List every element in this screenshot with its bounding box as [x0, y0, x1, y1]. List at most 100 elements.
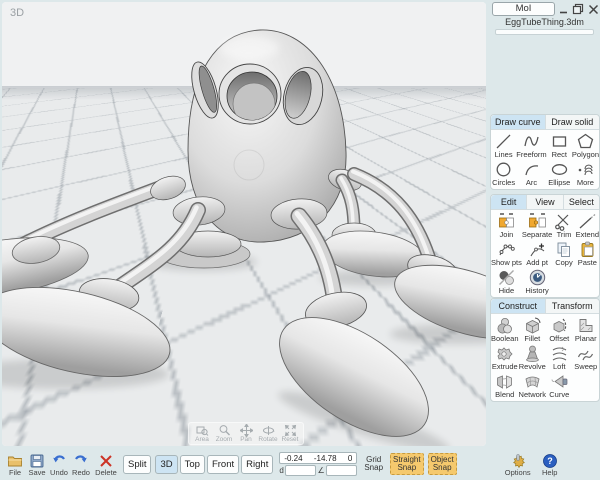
rect-icon: [550, 132, 569, 151]
show-pts-button[interactable]: Show pts: [491, 240, 522, 266]
planar-button[interactable]: Planar: [573, 316, 599, 342]
area-zoom-button[interactable]: Area: [191, 424, 213, 443]
freeform-button[interactable]: Freeform: [516, 132, 546, 158]
document-progress-bar: [495, 29, 594, 35]
object-snap-toggle[interactable]: Object Snap: [428, 453, 457, 475]
paste-icon: [578, 240, 597, 259]
lines-icon: [494, 132, 513, 151]
delete-button[interactable]: Delete: [95, 453, 117, 476]
file-button[interactable]: File: [4, 453, 26, 476]
viewport-3d[interactable]: 3D Area Zoom Pan Rotate Reset: [2, 2, 486, 446]
polygon-button[interactable]: Polygon: [572, 132, 599, 158]
view-top-button[interactable]: Top: [180, 455, 205, 474]
grid-snap-toggle[interactable]: Grid Snap: [361, 453, 386, 475]
more-icon: [576, 160, 595, 179]
blend-icon: [495, 372, 514, 391]
fillet-button[interactable]: Fillet: [519, 316, 547, 342]
straight-snap-toggle[interactable]: Straight Snap: [390, 453, 424, 475]
angle-input[interactable]: [326, 465, 358, 476]
floppy-icon: [29, 453, 45, 469]
egg-tube-model[interactable]: [2, 2, 486, 446]
title-bar: MoI: [492, 2, 599, 16]
coord-x: -0.24: [284, 454, 302, 463]
ellipse-button[interactable]: Ellipse: [547, 160, 572, 186]
join-icon: [497, 212, 516, 231]
view-3d-button[interactable]: 3D: [155, 455, 177, 474]
arc-button[interactable]: Arc: [516, 160, 546, 186]
join-button[interactable]: Join: [491, 212, 522, 238]
view-front-button[interactable]: Front: [207, 455, 239, 474]
edit-section: Edit View Select Join Separate Trim Exte…: [490, 194, 600, 298]
more-button[interactable]: More: [572, 160, 599, 186]
blend-button[interactable]: Blend: [491, 372, 519, 398]
restore-button[interactable]: [572, 3, 584, 15]
minimize-button[interactable]: [559, 4, 568, 14]
redo-button[interactable]: Redo: [70, 453, 92, 476]
delete-icon: [98, 453, 114, 469]
tab-transform[interactable]: Transform: [546, 299, 600, 313]
polygon-icon: [576, 132, 595, 151]
distance-input[interactable]: [285, 465, 317, 476]
sweep-button[interactable]: Sweep: [573, 344, 599, 370]
split-view-button[interactable]: Split: [123, 455, 151, 474]
curve-icon: [550, 372, 569, 391]
copy-button[interactable]: Copy: [552, 240, 575, 266]
extrude-button[interactable]: Extrude: [491, 344, 519, 370]
circles-button[interactable]: Circles: [491, 160, 516, 186]
tab-draw-curve[interactable]: Draw curve: [491, 115, 546, 129]
save-button[interactable]: Save: [26, 453, 48, 476]
tab-draw-solid[interactable]: Draw solid: [546, 115, 600, 129]
sweep-icon: [576, 344, 595, 363]
show-pts-icon: [497, 240, 516, 259]
construct-section: Construct Transform Boolean Fillet Offse…: [490, 298, 600, 402]
rotate-button[interactable]: Rotate: [257, 424, 279, 443]
paste-button[interactable]: Paste: [576, 240, 599, 266]
zoom-button[interactable]: Zoom: [213, 424, 235, 443]
network-button[interactable]: Network: [519, 372, 547, 398]
offset-button[interactable]: Offset: [546, 316, 572, 342]
history-icon: [528, 268, 547, 287]
freeform-icon: [522, 132, 541, 151]
xyz-input[interactable]: -0.24 -14.78 0: [279, 452, 357, 464]
separate-icon: [528, 212, 547, 231]
boolean-icon: [495, 316, 514, 335]
help-button[interactable]: ? Help: [539, 453, 561, 476]
tab-view[interactable]: View: [527, 195, 563, 209]
document-name: EggTubeThing.3dm: [489, 17, 600, 27]
curve-button[interactable]: Curve: [546, 372, 572, 398]
restore-icon: [572, 3, 584, 15]
close-button[interactable]: [588, 4, 599, 15]
view-right-button[interactable]: Right: [241, 455, 273, 474]
add-pt-icon: [528, 240, 547, 259]
planar-icon: [576, 316, 595, 335]
history-button[interactable]: History: [522, 268, 552, 294]
tab-edit[interactable]: Edit: [491, 195, 527, 209]
reset-button[interactable]: Reset: [279, 424, 301, 443]
revolve-button[interactable]: Revolve: [519, 344, 547, 370]
boolean-button[interactable]: Boolean: [491, 316, 519, 342]
coordinate-readout: -0.24 -14.78 0 d ∠: [279, 452, 357, 476]
lines-button[interactable]: Lines: [491, 132, 516, 158]
loft-icon: [550, 344, 569, 363]
options-button[interactable]: Options: [503, 453, 533, 476]
coord-y: -14.78: [314, 454, 337, 463]
pan-button[interactable]: Pan: [235, 424, 257, 443]
hide-button[interactable]: Hide: [491, 268, 522, 294]
rect-button[interactable]: Rect: [547, 132, 572, 158]
add-pt-button[interactable]: Add pt: [522, 240, 552, 266]
extend-icon: [578, 212, 597, 231]
help-icon: ?: [542, 453, 558, 469]
undo-button[interactable]: Undo: [48, 453, 70, 476]
trim-button[interactable]: Trim: [552, 212, 575, 238]
distance-label: d: [279, 466, 283, 475]
separate-button[interactable]: Separate: [522, 212, 552, 238]
tab-construct[interactable]: Construct: [491, 299, 546, 313]
loft-button[interactable]: Loft: [546, 344, 572, 370]
tab-select[interactable]: Select: [564, 195, 599, 209]
draw-section: Draw curve Draw solid Lines Freeform Rec…: [490, 114, 600, 190]
minimize-icon: [559, 4, 568, 14]
app-menu-button[interactable]: MoI: [492, 2, 555, 16]
trim-icon: [554, 212, 573, 231]
extend-button[interactable]: Extend: [576, 212, 599, 238]
fillet-icon: [523, 316, 542, 335]
